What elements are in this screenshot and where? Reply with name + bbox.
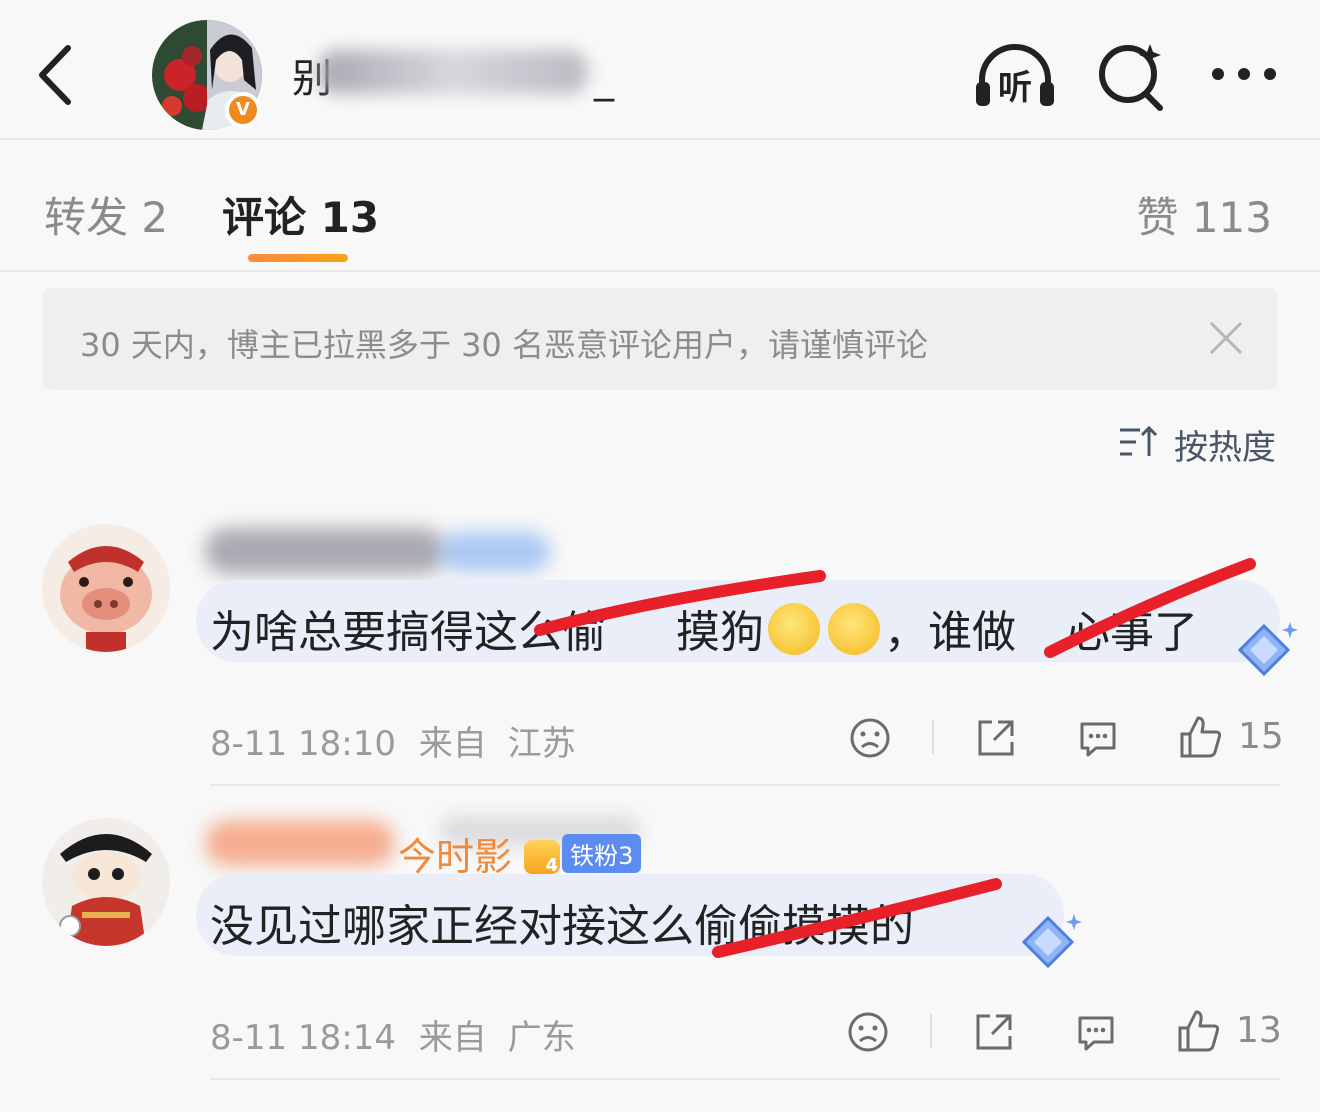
close-icon — [1209, 321, 1243, 355]
back-button[interactable] — [30, 40, 80, 110]
comment-divider — [210, 1078, 1280, 1080]
sad-face-icon — [848, 1012, 888, 1052]
tab-likes[interactable]: 赞 113 — [1136, 184, 1272, 245]
dislike-button[interactable] — [848, 716, 892, 760]
share-icon — [978, 720, 1014, 756]
comment-meta: 8-11 18:10 来自 江苏 — [210, 724, 576, 764]
author-name-redaction — [318, 50, 588, 94]
smile-emoji-icon — [828, 603, 880, 655]
listen-label: 听 — [998, 68, 1032, 108]
comment-meta: 8-11 18:14 来自 广东 — [210, 1018, 576, 1058]
smile-emoji-icon — [768, 603, 820, 655]
notice-banner: 30 天内，博主已拉黑多于 30 名恶意评论用户，请谨慎评论 — [42, 288, 1278, 390]
fan-badge: 铁粉3 — [562, 834, 642, 873]
notice-close-button[interactable] — [1208, 320, 1244, 356]
sort-icon — [1120, 425, 1158, 456]
like-button[interactable] — [1176, 1008, 1222, 1054]
comment-item: 为啥总要搞得这么偷 摸狗 ，谁做 心事了 8-11 18:10 来自 江苏 15 — [0, 520, 1320, 786]
comment-bubble-icon — [1078, 1016, 1114, 1051]
listen-button[interactable]: 听 — [972, 38, 1058, 118]
reply-button[interactable] — [1074, 1010, 1118, 1054]
dislike-button[interactable] — [846, 1010, 890, 1054]
commenter-name[interactable]: 今时影 4 铁粉3 — [398, 826, 642, 881]
more-button[interactable] — [1204, 38, 1290, 118]
comment-text: 没见过哪家正经对接这么偷偷摸摸的 — [210, 901, 914, 952]
top-bar: V 别 _ 听 — [0, 0, 1320, 140]
commenter-badge-redaction — [440, 532, 550, 572]
tab-repost[interactable]: 转发 2 — [44, 184, 168, 245]
like-count: 13 — [1236, 1010, 1282, 1051]
comment-item: 今时影 4 铁粉3 没见过哪家正经对接这么偷偷摸摸的 8-11 18:14 来自 … — [0, 814, 1320, 1084]
commenter-avatar[interactable] — [42, 524, 170, 652]
comment-divider — [210, 784, 1280, 786]
share-icon — [976, 1014, 1012, 1050]
reply-button[interactable] — [1076, 716, 1120, 760]
author-name-end: _ — [594, 56, 614, 102]
thumbs-up-icon — [1178, 1010, 1220, 1052]
share-button[interactable] — [972, 1010, 1016, 1054]
fan-level-crown-icon: 4 — [524, 840, 561, 876]
commenter-name-redaction — [205, 820, 395, 866]
comment-text: 为啥总要搞得这么偷 摸狗 ，谁做 心事了 — [210, 596, 1198, 660]
search-button[interactable] — [1090, 38, 1176, 118]
like-button[interactable] — [1178, 714, 1224, 760]
thumbs-up-icon — [1180, 716, 1222, 758]
action-divider — [930, 1014, 932, 1048]
sad-face-icon — [850, 718, 890, 758]
share-button[interactable] — [974, 716, 1018, 760]
more-dots-icon — [1212, 68, 1276, 80]
search-sparkle-icon — [1099, 44, 1163, 111]
diamond-bubble-icon — [1237, 622, 1298, 677]
comment-time: 8-11 18:10 — [210, 724, 396, 764]
tab-bar: 转发 2 评论 13 赞 113 — [0, 140, 1320, 272]
action-divider — [932, 720, 934, 754]
notice-text: 30 天内，博主已拉黑多于 30 名恶意评论用户，请谨慎评论 — [80, 326, 928, 364]
back-arrow-icon — [39, 45, 71, 105]
verified-badge-icon: V — [225, 92, 261, 128]
tab-comments[interactable]: 评论 13 — [222, 184, 379, 245]
comment-location: 江苏 — [507, 724, 576, 764]
comment-location: 广东 — [507, 1018, 576, 1058]
diamond-bubble-icon — [1021, 914, 1082, 969]
sort-toggle[interactable]: 按热度 — [1120, 420, 1276, 468]
commenter-avatar[interactable] — [42, 818, 170, 946]
active-tab-indicator — [248, 254, 348, 262]
comment-time: 8-11 18:14 — [210, 1018, 396, 1058]
commenter-name-redaction — [205, 528, 445, 574]
sort-label: 按热度 — [1174, 428, 1276, 468]
like-count: 15 — [1238, 716, 1284, 757]
comment-bubble-icon — [1080, 722, 1116, 757]
